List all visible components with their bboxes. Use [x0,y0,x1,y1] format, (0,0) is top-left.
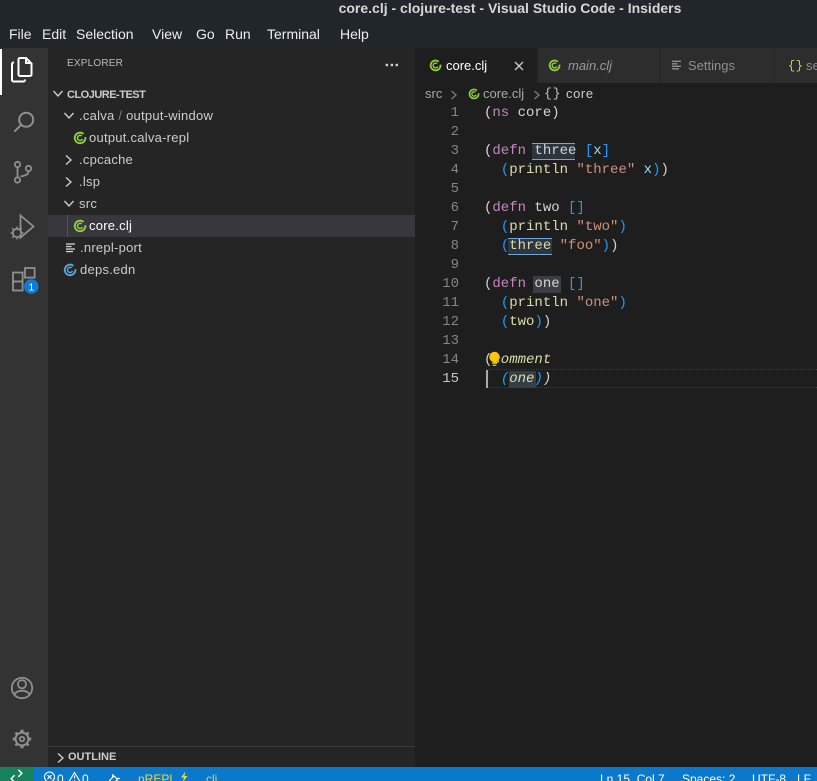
svg-text:1: 1 [29,283,35,294]
